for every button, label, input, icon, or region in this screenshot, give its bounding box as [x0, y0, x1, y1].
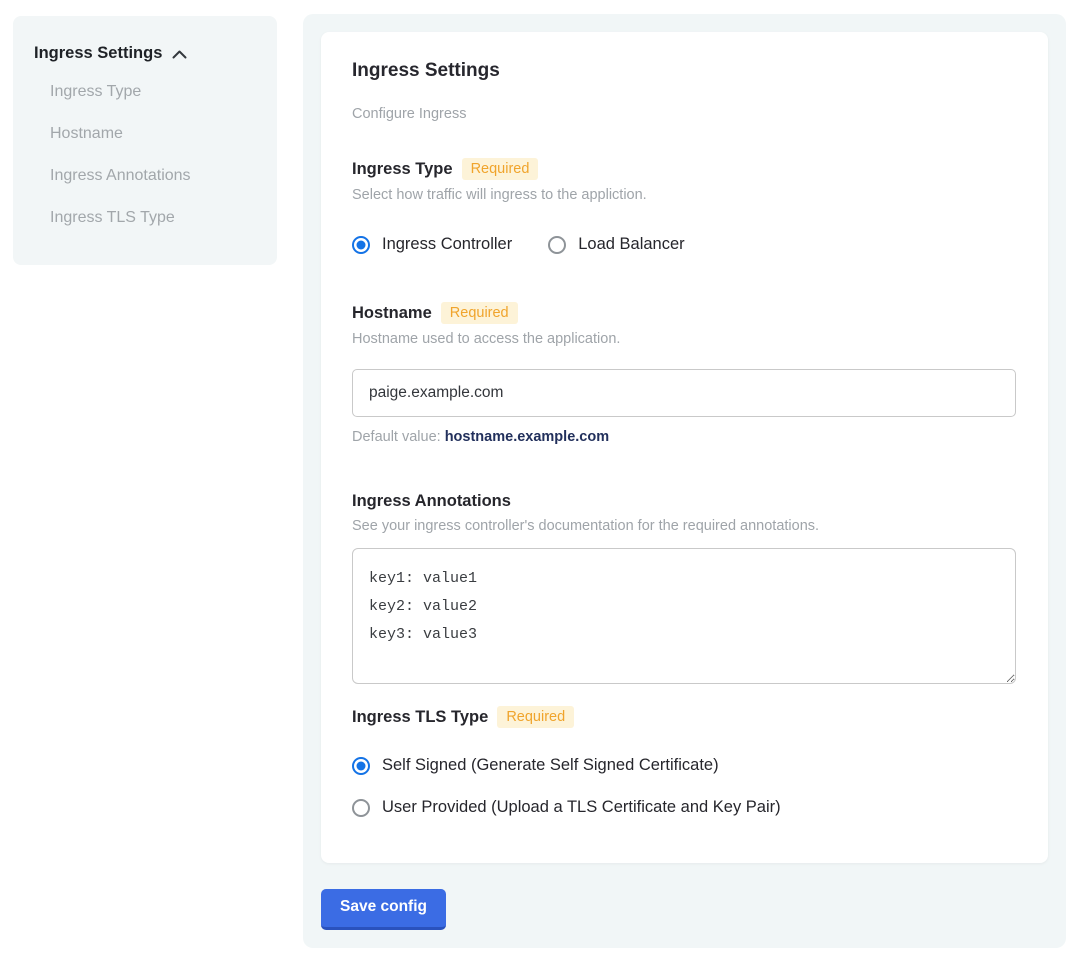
page-subtitle: Configure Ingress: [352, 106, 1017, 122]
section-ingress-annotations: Ingress Annotations See your ingress con…: [352, 492, 1017, 684]
radio-unselected-icon[interactable]: [548, 236, 566, 254]
required-badge: Required: [441, 302, 518, 324]
ingress-settings-panel: Ingress Settings Configure Ingress Ingre…: [303, 14, 1066, 948]
sidebar-section-title: Ingress Settings: [34, 44, 162, 63]
ingress-type-help: Select how traffic will ingress to the a…: [352, 187, 1017, 203]
section-ingress-tls-type: Ingress TLS Type Required Self Signed (G…: [352, 706, 1017, 817]
ingress-annotations-label: Ingress Annotations: [352, 492, 511, 511]
settings-sidebar: Ingress Settings Ingress Type Hostname I…: [13, 16, 277, 265]
hostname-input[interactable]: [352, 369, 1016, 417]
radio-user-provided-label: User Provided (Upload a TLS Certificate …: [382, 798, 781, 817]
section-hostname: Hostname Required Hostname used to acces…: [352, 302, 1017, 445]
radio-ingress-controller-label: Ingress Controller: [382, 235, 512, 254]
radio-load-balancer-label: Load Balancer: [578, 235, 684, 254]
ingress-tls-type-label: Ingress TLS Type: [352, 708, 488, 727]
default-value-label: Default value:: [352, 429, 445, 445]
required-badge: Required: [497, 706, 574, 728]
tls-type-radio-group: Self Signed (Generate Self Signed Certif…: [352, 756, 1017, 817]
required-badge: Required: [462, 158, 539, 180]
sidebar-item-ingress-annotations[interactable]: Ingress Annotations: [34, 167, 257, 185]
ingress-type-label: Ingress Type: [352, 160, 453, 179]
radio-selected-icon[interactable]: [352, 757, 370, 775]
sidebar-item-hostname[interactable]: Hostname: [34, 125, 257, 143]
radio-user-provided[interactable]: User Provided (Upload a TLS Certificate …: [352, 798, 1017, 817]
hostname-default-line: Default value: hostname.example.com: [352, 429, 1017, 445]
ingress-annotations-textarea[interactable]: key1: value1 key2: value2 key3: value3: [352, 548, 1016, 684]
section-ingress-type: Ingress Type Required Select how traffic…: [352, 158, 1017, 254]
ingress-settings-card: Ingress Settings Configure Ingress Ingre…: [321, 32, 1048, 863]
ingress-annotations-help: See your ingress controller's documentat…: [352, 518, 1017, 534]
sidebar-item-ingress-type[interactable]: Ingress Type: [34, 83, 257, 101]
radio-self-signed[interactable]: Self Signed (Generate Self Signed Certif…: [352, 756, 1017, 775]
sidebar-item-ingress-tls-type[interactable]: Ingress TLS Type: [34, 209, 257, 227]
sidebar-section-ingress-settings[interactable]: Ingress Settings: [34, 44, 257, 63]
hostname-label: Hostname: [352, 304, 432, 323]
radio-self-signed-label: Self Signed (Generate Self Signed Certif…: [382, 756, 719, 775]
radio-unselected-icon[interactable]: [352, 799, 370, 817]
save-config-button[interactable]: Save config: [321, 889, 446, 930]
chevron-up-icon: [172, 50, 187, 59]
ingress-type-radio-group: Ingress Controller Load Balancer: [352, 235, 1017, 254]
page-title: Ingress Settings: [352, 60, 1017, 82]
radio-selected-icon[interactable]: [352, 236, 370, 254]
radio-ingress-controller[interactable]: Ingress Controller: [352, 235, 512, 254]
default-value-text: hostname.example.com: [445, 429, 609, 445]
radio-load-balancer[interactable]: Load Balancer: [548, 235, 684, 254]
hostname-help: Hostname used to access the application.: [352, 331, 1017, 347]
